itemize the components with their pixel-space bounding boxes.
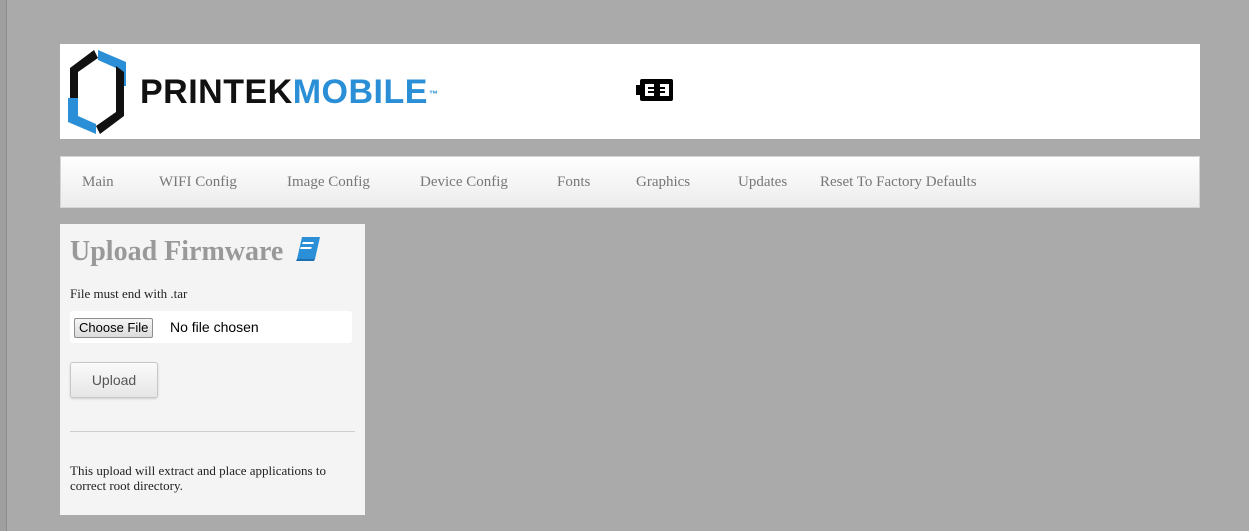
nav-reset-factory-defaults[interactable]: Reset To Factory Defaults: [820, 157, 977, 207]
choose-file-button[interactable]: Choose File: [74, 318, 154, 338]
divider: [70, 431, 355, 432]
main-navbar: Main WIFI Config Image Config Device Con…: [60, 156, 1200, 208]
nav-main[interactable]: Main: [82, 157, 114, 207]
book-icon: [296, 237, 321, 261]
nav-image-config[interactable]: Image Config: [287, 157, 370, 207]
printek-logo-icon: [68, 50, 126, 134]
upload-help-text: This upload will extract and place appli…: [70, 463, 326, 493]
nav-fonts[interactable]: Fonts: [557, 157, 590, 207]
file-status-text: No file chosen: [170, 319, 259, 335]
trademark-symbol: ™: [428, 89, 439, 99]
file-requirement-note: File must end with .tar: [70, 286, 188, 301]
header-banner: PRINTEKMOBILE™: [60, 44, 1200, 139]
upload-firmware-panel: Upload Firmware File must end with .tar …: [60, 224, 365, 515]
file-input-field[interactable]: Choose File No file chosen: [70, 311, 352, 343]
nav-updates[interactable]: Updates: [738, 157, 787, 207]
panel-title: Upload Firmware: [70, 236, 322, 268]
panel-title-text: Upload Firmware: [70, 236, 284, 267]
window-left-edge: [0, 0, 7, 531]
brand-name-mobile: MOBILE: [292, 73, 428, 111]
nav-graphics[interactable]: Graphics: [636, 157, 690, 207]
upload-button[interactable]: Upload: [70, 362, 158, 398]
brand-name-printek: PRINTEK: [140, 73, 293, 111]
nav-device-config[interactable]: Device Config: [420, 157, 508, 207]
brand-wordmark: PRINTEKMOBILE™: [140, 75, 438, 109]
nav-wifi-config[interactable]: WIFI Config: [159, 157, 237, 207]
battery-icon: [636, 79, 673, 101]
